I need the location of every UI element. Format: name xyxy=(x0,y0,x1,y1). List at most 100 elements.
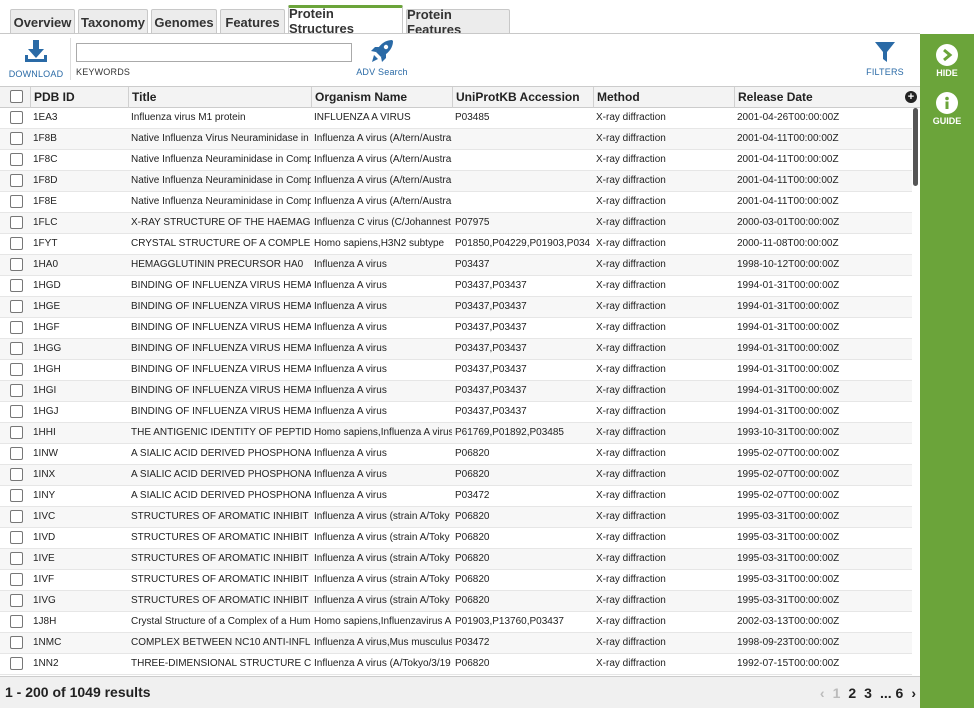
row-checkbox[interactable] xyxy=(10,300,23,313)
cell-release-date: 1995-03-31T00:00:00Z xyxy=(737,595,840,606)
table-row[interactable]: 1IVE STRUCTURES OF AROMATIC INHIBIT Influe… xyxy=(0,549,912,570)
cell-method: X-ray diffraction xyxy=(596,133,666,144)
adv-search-button[interactable]: ADV Search xyxy=(352,37,412,77)
cell-title: Native Influenza Neuraminidase in Comp xyxy=(131,175,311,186)
row-checkbox[interactable] xyxy=(10,342,23,355)
row-checkbox[interactable] xyxy=(10,153,23,166)
column-header-title[interactable]: Title xyxy=(128,87,311,108)
keywords-label: KEYWORDS xyxy=(76,67,131,77)
row-checkbox[interactable] xyxy=(10,279,23,292)
row-checkbox[interactable] xyxy=(10,258,23,271)
tab-features[interactable]: Features xyxy=(220,9,285,34)
page-3-link[interactable]: 3 xyxy=(864,685,872,701)
filters-button[interactable]: FILTERS xyxy=(862,40,908,77)
table-row[interactable]: 1HGG BINDING OF INFLUENZA VIRUS HEMA Influ… xyxy=(0,339,912,360)
row-checkbox[interactable] xyxy=(10,552,23,565)
row-checkbox[interactable] xyxy=(10,195,23,208)
cell-organism-name: Influenza A virus xyxy=(314,364,387,375)
info-icon xyxy=(936,92,958,114)
adv-search-label: ADV Search xyxy=(356,67,408,77)
table-row[interactable]: 1FYT CRYSTAL STRUCTURE OF A COMPLE Homo sa… xyxy=(0,234,912,255)
row-checkbox[interactable] xyxy=(10,636,23,649)
scrollbar-thumb[interactable] xyxy=(913,108,918,186)
table-row[interactable]: 1F8B Native Influenza Virus Neuraminidase… xyxy=(0,129,912,150)
column-header-method[interactable]: Method xyxy=(593,87,734,108)
cell-release-date: 2001-04-11T00:00:00Z xyxy=(737,154,839,165)
table-row[interactable]: 1HA0 HEMAGGLUTININ PRECURSOR HA0 Influenza… xyxy=(0,255,912,276)
table-row[interactable]: 1FLC X-RAY STRUCTURE OF THE HAEMAG Influen… xyxy=(0,213,912,234)
row-checkbox[interactable] xyxy=(10,216,23,229)
table-row[interactable]: 1HGH BINDING OF INFLUENZA VIRUS HEMA Influ… xyxy=(0,360,912,381)
row-checkbox[interactable] xyxy=(10,132,23,145)
column-header-release-date[interactable]: Release Date xyxy=(734,87,900,108)
table-row[interactable]: 1HGJ BINDING OF INFLUENZA VIRUS HEMA Influ… xyxy=(0,402,912,423)
select-all-checkbox[interactable] xyxy=(10,90,23,103)
table-row[interactable]: 1F8D Native Influenza Neuraminidase in Co… xyxy=(0,171,912,192)
row-checkbox[interactable] xyxy=(10,573,23,586)
table-row[interactable]: 1EA3 Influenza virus M1 protein INFLUENZA … xyxy=(0,108,912,129)
table-row[interactable]: 1HGD BINDING OF INFLUENZA VIRUS HEMA Influ… xyxy=(0,276,912,297)
next-page-button[interactable]: › xyxy=(911,685,916,701)
row-checkbox[interactable] xyxy=(10,174,23,187)
row-checkbox[interactable] xyxy=(10,594,23,607)
table-row[interactable]: 1F8C Native Influenza Neuraminidase in Co… xyxy=(0,150,912,171)
cell-method: X-ray diffraction xyxy=(596,259,666,270)
row-checkbox[interactable] xyxy=(10,510,23,523)
row-checkbox[interactable] xyxy=(10,489,23,502)
cell-uniprotkb-accession xyxy=(452,171,593,191)
vertical-scrollbar[interactable] xyxy=(912,108,920,676)
cell-uniprotkb-accession xyxy=(452,192,593,212)
row-checkbox[interactable] xyxy=(10,615,23,628)
table-row[interactable]: 1HGF BINDING OF INFLUENZA VIRUS HEMA Influ… xyxy=(0,318,912,339)
table-row[interactable]: 1INX A SIALIC ACID DERIVED PHOSPHONA Influ… xyxy=(0,465,912,486)
prev-page-button[interactable]: ‹ xyxy=(820,685,825,701)
cell-title: A SIALIC ACID DERIVED PHOSPHONA xyxy=(131,469,311,480)
row-checkbox[interactable] xyxy=(10,657,23,670)
row-checkbox[interactable] xyxy=(10,363,23,376)
tab-overview[interactable]: Overview xyxy=(10,9,75,34)
table-row[interactable]: 1INY A SIALIC ACID DERIVED PHOSPHONA Influ… xyxy=(0,486,912,507)
row-checkbox[interactable] xyxy=(10,237,23,250)
table-row[interactable]: 1IVF STRUCTURES OF AROMATIC INHIBIT Influe… xyxy=(0,570,912,591)
page-2-link[interactable]: 2 xyxy=(848,685,856,701)
table-row[interactable]: 1NN2 THREE-DIMENSIONAL STRUCTURE C Influen… xyxy=(0,654,912,675)
tab-taxonomy[interactable]: Taxonomy xyxy=(78,9,148,34)
cell-uniprotkb-accession: P03437,P03437 xyxy=(455,322,527,333)
hide-button[interactable]: HIDE xyxy=(920,44,974,78)
row-checkbox[interactable] xyxy=(10,111,23,124)
keywords-input[interactable] xyxy=(76,43,352,62)
column-header-uniprotkb-accession[interactable]: UniProtKB Accession xyxy=(452,87,593,108)
tab-protein-features[interactable]: Protein Features xyxy=(406,7,510,37)
row-checkbox[interactable] xyxy=(10,468,23,481)
table-row[interactable]: 1IVD STRUCTURES OF AROMATIC INHIBIT Influe… xyxy=(0,528,912,549)
guide-button[interactable]: GUIDE xyxy=(920,92,974,126)
cell-pdb-id: 1INY xyxy=(33,490,56,501)
tab-genomes[interactable]: Genomes xyxy=(151,9,217,34)
table-row[interactable]: 1F8E Native Influenza Neuraminidase in Co… xyxy=(0,192,912,213)
row-checkbox[interactable] xyxy=(10,321,23,334)
table-row[interactable]: 1HGE BINDING OF INFLUENZA VIRUS HEMA Influ… xyxy=(0,297,912,318)
table-row[interactable]: 1HHI THE ANTIGENIC IDENTITY OF PEPTID Homo… xyxy=(0,423,912,444)
row-checkbox[interactable] xyxy=(10,447,23,460)
table-row[interactable]: 1HGI BINDING OF INFLUENZA VIRUS HEMA Influ… xyxy=(0,381,912,402)
column-header-pdb-id[interactable]: PDB ID xyxy=(30,87,128,108)
row-checkbox[interactable] xyxy=(10,405,23,418)
table-row[interactable]: 1NMC COMPLEX BETWEEN NC10 ANTI-INFL Influe… xyxy=(0,633,912,654)
row-checkbox[interactable] xyxy=(10,531,23,544)
tab-protein-structures[interactable]: Protein Structures xyxy=(288,5,403,36)
cell-uniprotkb-accession: P06820 xyxy=(455,595,490,606)
cell-method: X-ray diffraction xyxy=(596,280,666,291)
download-button[interactable]: DOWNLOAD xyxy=(8,39,64,79)
table-row[interactable]: 1IVG STRUCTURES OF AROMATIC INHIBIT Influe… xyxy=(0,591,912,612)
table-row[interactable]: 1INW A SIALIC ACID DERIVED PHOSPHONA Influ… xyxy=(0,444,912,465)
table-row[interactable]: 1IVC STRUCTURES OF AROMATIC INHIBIT Influe… xyxy=(0,507,912,528)
row-checkbox[interactable] xyxy=(10,426,23,439)
cell-method: X-ray diffraction xyxy=(596,322,666,333)
add-column-icon[interactable]: + xyxy=(905,91,917,103)
cell-uniprotkb-accession: P01850,P04229,P01903,P034 xyxy=(455,238,591,249)
page-1-link[interactable]: 1 xyxy=(833,685,841,701)
table-row[interactable]: 1J8H Crystal Structure of a Complex of a … xyxy=(0,612,912,633)
page-last-link[interactable]: ... 6 xyxy=(880,685,903,701)
column-header-organism-name[interactable]: Organism Name xyxy=(311,87,452,108)
row-checkbox[interactable] xyxy=(10,384,23,397)
